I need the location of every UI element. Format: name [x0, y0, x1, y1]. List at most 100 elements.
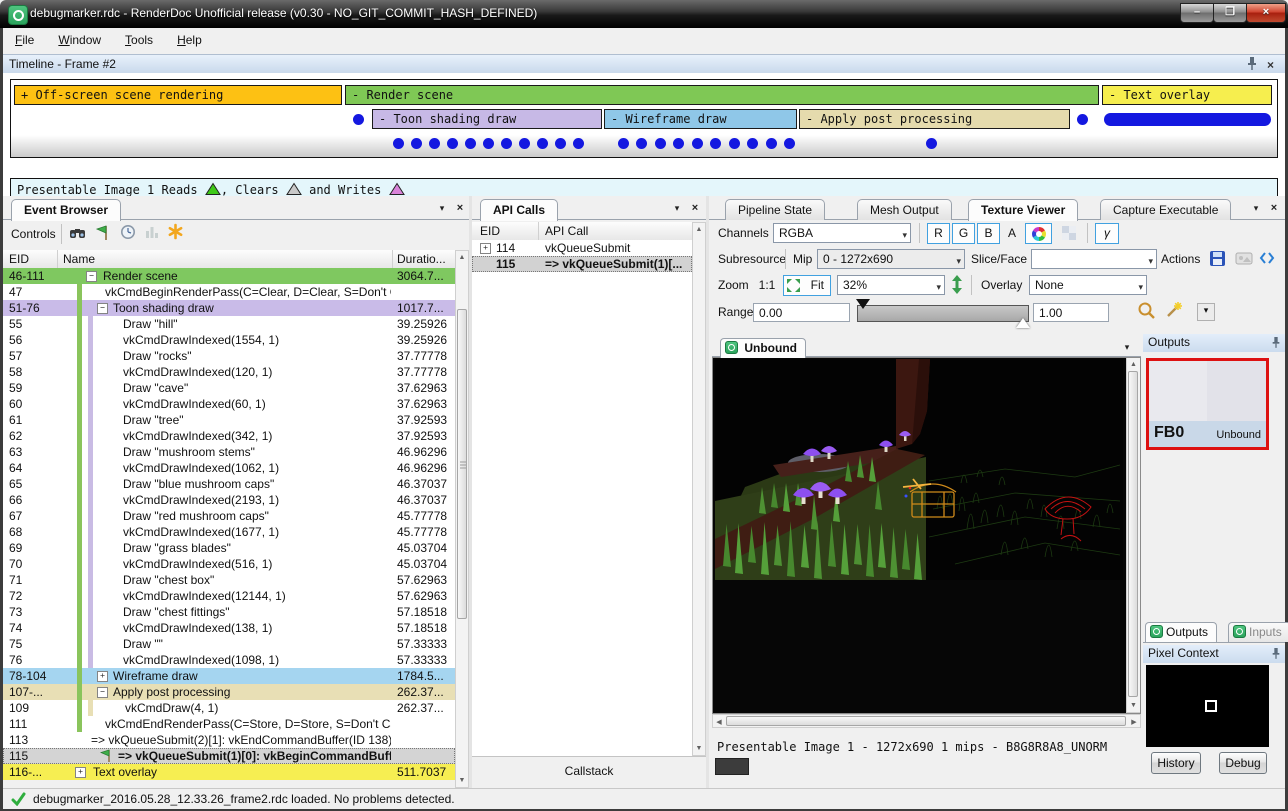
- expander-plus-icon[interactable]: +: [97, 671, 108, 682]
- pin-icon[interactable]: [1271, 646, 1281, 665]
- timeline-marker-bar[interactable]: + Off-screen scene rendering: [14, 85, 342, 105]
- range-options-button[interactable]: ▾: [1197, 303, 1215, 321]
- channel-green-button[interactable]: G: [952, 223, 975, 244]
- event-row[interactable]: 67Draw "red mushroom caps"45.77778: [3, 508, 455, 524]
- event-row[interactable]: 71Draw "chest box"57.62963: [3, 572, 455, 588]
- event-row[interactable]: 51-76−Toon shading draw1017.7...: [3, 300, 455, 316]
- colorwheel-button[interactable]: [1025, 223, 1052, 244]
- channel-red-button[interactable]: R: [927, 223, 950, 244]
- event-row[interactable]: 61Draw "tree"37.92593: [3, 412, 455, 428]
- mip-combo[interactable]: 0 - 1272x690▾: [817, 249, 965, 269]
- timeline-draw-dot[interactable]: [537, 138, 548, 149]
- expander-plus-icon[interactable]: +: [75, 767, 86, 778]
- timeline-draw-dot[interactable]: [710, 138, 721, 149]
- event-row[interactable]: 56vkCmdDrawIndexed(1554, 1)39.25926: [3, 332, 455, 348]
- pixel-context-header[interactable]: Pixel Context: [1143, 645, 1285, 663]
- gamma-button[interactable]: γ: [1095, 223, 1119, 244]
- menu-window[interactable]: Window: [46, 28, 113, 51]
- event-row[interactable]: 107-...−Apply post processing262.37...: [3, 684, 455, 700]
- timeline-draw-dot[interactable]: [501, 138, 512, 149]
- api-call-row[interactable]: 115=> vkQueueSubmit(1)[...: [472, 256, 692, 272]
- event-row[interactable]: 68vkCmdDrawIndexed(1677, 1)45.77778: [3, 524, 455, 540]
- menu-help[interactable]: Help: [165, 28, 214, 51]
- callstack-section[interactable]: Callstack: [472, 756, 706, 789]
- channel-blue-button[interactable]: B: [977, 223, 1000, 244]
- tab-pipeline-state[interactable]: Pipeline State: [725, 199, 825, 220]
- event-row[interactable]: 65Draw "blue mushroom caps"46.37037: [3, 476, 455, 492]
- event-row[interactable]: 60vkCmdDrawIndexed(60, 1)37.62963: [3, 396, 455, 412]
- goto-resource-icon[interactable]: [1235, 251, 1253, 268]
- range-max-field[interactable]: 1.00: [1033, 303, 1109, 322]
- tab-inputs[interactable]: Inputs: [1228, 622, 1288, 642]
- chevron-down-icon[interactable]: ▾: [1249, 201, 1263, 215]
- maximize-button[interactable]: ❒: [1213, 3, 1247, 23]
- texture-image[interactable]: [715, 359, 1123, 580]
- tab-mesh-output[interactable]: Mesh Output: [857, 199, 952, 220]
- timeline-draw-dot[interactable]: [1077, 114, 1088, 125]
- timeline-draw-dot[interactable]: [555, 138, 566, 149]
- zoom-1-1-button[interactable]: 1:1: [753, 275, 781, 296]
- timeline-draw-dot[interactable]: [618, 138, 629, 149]
- texture-viewport[interactable]: ▲▼: [712, 357, 1141, 714]
- history-button[interactable]: History: [1151, 752, 1201, 774]
- timeline-marker-bar[interactable]: - Render scene: [345, 85, 1099, 105]
- event-row[interactable]: 75Draw ""57.33333: [3, 636, 455, 652]
- event-row[interactable]: 109vkCmdDraw(4, 1)262.37...: [3, 700, 455, 716]
- event-row[interactable]: 59Draw "cave"37.62963: [3, 380, 455, 396]
- tab-api-calls[interactable]: API Calls: [480, 199, 558, 221]
- event-row[interactable]: 66vkCmdDrawIndexed(2193, 1)46.37037: [3, 492, 455, 508]
- timeline-draw-dot[interactable]: [519, 138, 530, 149]
- channels-combo[interactable]: RGBA▾: [773, 223, 911, 243]
- zoom-level-combo[interactable]: 32%▾: [837, 275, 945, 295]
- debug-button[interactable]: Debug: [1219, 752, 1267, 774]
- flip-vertical-icon[interactable]: [951, 275, 963, 297]
- overlay-combo[interactable]: None▾: [1029, 275, 1147, 295]
- event-row[interactable]: 62vkCmdDrawIndexed(342, 1)37.92593: [3, 428, 455, 444]
- timeline-draw-dot[interactable]: [636, 138, 647, 149]
- tab-capture-executable[interactable]: Capture Executable: [1100, 199, 1231, 220]
- api-calls-scrollbar[interactable]: ▲ ▼: [692, 222, 706, 756]
- expander-minus-icon[interactable]: −: [86, 271, 97, 282]
- event-row[interactable]: 57Draw "rocks"37.77778: [3, 348, 455, 364]
- channel-alpha-button[interactable]: A: [1002, 223, 1022, 244]
- tab-outputs[interactable]: Outputs: [1145, 622, 1217, 642]
- timeline-draw-dot[interactable]: [673, 138, 684, 149]
- find-icon[interactable]: [69, 225, 87, 244]
- chevron-down-icon[interactable]: ▾: [1120, 340, 1134, 354]
- magnifier-icon[interactable]: [1137, 301, 1156, 323]
- event-row[interactable]: 115=> vkQueueSubmit(1)[0]: vkBeginComman…: [3, 748, 455, 764]
- event-browser-scrollbar[interactable]: ▲ ▼: [455, 250, 469, 788]
- timeline-draw-dot[interactable]: [411, 138, 422, 149]
- close-button[interactable]: ×: [1246, 3, 1286, 23]
- event-row[interactable]: 76vkCmdDrawIndexed(1098, 1)57.33333: [3, 652, 455, 668]
- tab-texture-viewer[interactable]: Texture Viewer: [968, 199, 1078, 221]
- save-icon[interactable]: [1209, 250, 1226, 270]
- event-row[interactable]: 74vkCmdDrawIndexed(138, 1)57.18518: [3, 620, 455, 636]
- expander-plus-icon[interactable]: +: [480, 243, 491, 254]
- auto-fit-wand-icon[interactable]: [1164, 301, 1183, 323]
- event-row[interactable]: 111vkCmdEndRenderPass(C=Store, D=Store, …: [3, 716, 455, 732]
- close-icon[interactable]: ×: [688, 201, 702, 215]
- minimize-button[interactable]: –: [1180, 3, 1214, 23]
- close-icon[interactable]: ×: [1267, 201, 1281, 215]
- event-row[interactable]: 64vkCmdDrawIndexed(1062, 1)46.96296: [3, 460, 455, 476]
- event-browser-header[interactable]: EID Name Duratio...: [3, 250, 455, 269]
- range-min-field[interactable]: 0.00: [753, 303, 850, 322]
- title-bar[interactable]: debugmarker.rdc - RenderDoc Unofficial r…: [0, 0, 1288, 28]
- timeline-draw-dot[interactable]: [926, 138, 937, 149]
- event-row[interactable]: 46-111−Render scene3064.7...: [3, 268, 455, 284]
- tab-unbound-texture[interactable]: Unbound: [720, 338, 806, 358]
- timeline-draw-dot[interactable]: [465, 138, 476, 149]
- open-new-icon[interactable]: [1259, 250, 1275, 269]
- api-calls-header[interactable]: EID API Call: [472, 222, 692, 241]
- timeline-draw-dot[interactable]: [429, 138, 440, 149]
- timeline-draw-dot[interactable]: [729, 138, 740, 149]
- event-row[interactable]: 55Draw "hill"39.25926: [3, 316, 455, 332]
- range-slider[interactable]: [857, 305, 1029, 322]
- timeline-marker-bar[interactable]: - Wireframe draw: [604, 109, 797, 129]
- zoom-fit-button[interactable]: Fit: [783, 275, 831, 296]
- timeline-panel-header[interactable]: Timeline - Frame #2 ×: [3, 54, 1285, 73]
- stats-icon[interactable]: [144, 224, 160, 243]
- close-icon[interactable]: ×: [1267, 56, 1274, 74]
- range-white-point-handle[interactable]: [1016, 318, 1030, 328]
